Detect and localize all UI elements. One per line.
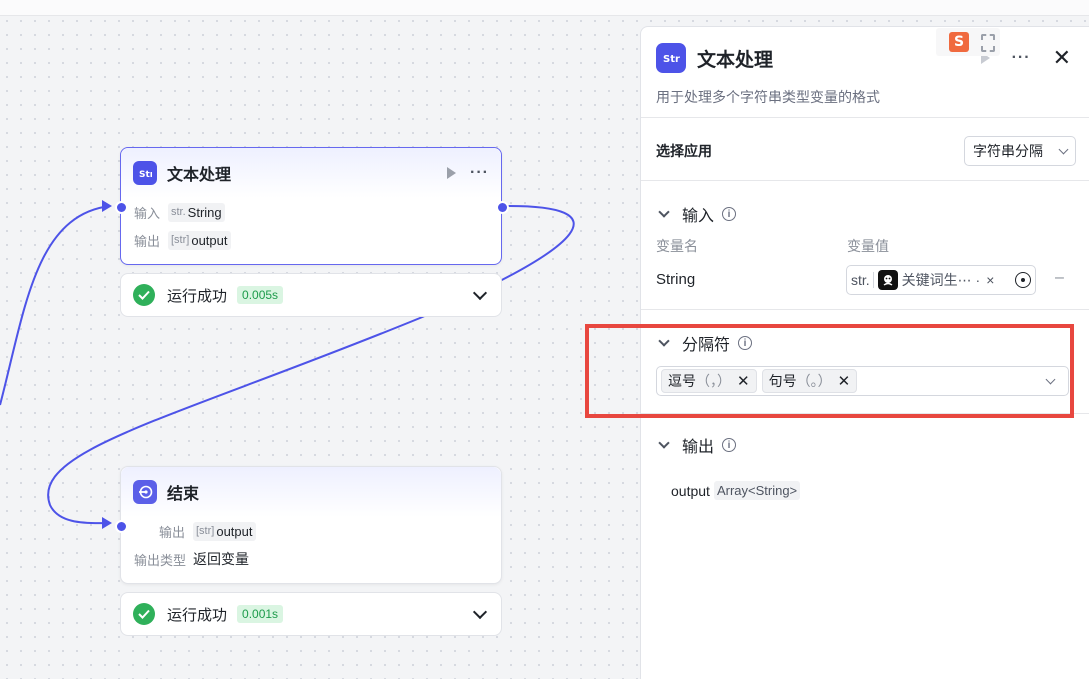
type-icon: str. [851, 272, 874, 288]
variable-settings-icon[interactable] [1015, 272, 1031, 288]
info-icon[interactable]: i [722, 438, 737, 452]
status-text: 运行成功 [167, 606, 228, 624]
app-select-value: 字符串分隔 [973, 143, 1043, 159]
info-icon[interactable]: i [722, 207, 737, 221]
var-name-column: 变量名 [656, 238, 698, 254]
clear-icon[interactable]: × [986, 272, 994, 288]
string-icon: Str [656, 43, 686, 73]
node-input-row: 输入 str. String [121, 198, 501, 226]
string-icon: Str [133, 161, 157, 185]
panel-header: Str 文本处理 [656, 43, 773, 73]
type-icon: str. [171, 206, 186, 218]
node-title: 文本处理 [167, 167, 232, 184]
chevron-down-icon[interactable] [472, 604, 488, 620]
bot-avatar-icon [877, 270, 898, 290]
chevron-down-icon [658, 437, 670, 449]
app-select[interactable]: 字符串分隔 [964, 136, 1076, 166]
output-var-row: output Array<String> [671, 481, 801, 500]
svg-text:Str: Str [139, 170, 152, 180]
input-var-value-field[interactable]: str. 关键词生⋯ · × [846, 265, 1036, 295]
panel-description: 用于处理多个字符串类型变量的格式 [656, 89, 880, 105]
svg-text:Str: Str [663, 54, 680, 65]
end-output-row: 输出 [str] output [121, 517, 501, 545]
node-header: 结束 [121, 467, 501, 517]
input-var-name: String [187, 204, 222, 220]
output-var-name: output [216, 523, 253, 539]
edge-start-to-text [0, 205, 111, 406]
app-label: 选择应用 [656, 143, 712, 159]
close-icon[interactable]: ✕ [1053, 47, 1071, 69]
run-time-badge: 0.005s [237, 286, 284, 304]
array-type-icon: [str] [171, 234, 190, 246]
exit-icon [133, 480, 157, 504]
output-var-tag: [str] output [193, 521, 256, 541]
edge-arrow-1 [102, 200, 112, 212]
output-heading: 输出 [682, 439, 715, 456]
fullscreen-icon[interactable] [981, 34, 995, 52]
chevron-down-icon [1058, 144, 1069, 155]
chevron-down-icon [658, 206, 670, 218]
output-type-value: 返回变量 [193, 551, 249, 567]
s-logo-icon: S [949, 32, 969, 52]
chevron-down-icon[interactable] [472, 285, 488, 301]
run-status-bar[interactable]: 运行成功 0.005s [120, 273, 502, 317]
array-type-icon: [str] [196, 525, 215, 537]
highlight-box [585, 324, 1074, 418]
output-type-label: 输出类型 [134, 552, 187, 568]
output-port[interactable] [496, 201, 509, 214]
output-var-tag: [str] output [168, 230, 231, 250]
input-section-header[interactable]: 输入 i [658, 202, 737, 226]
node-output-row: 输出 [str] output [121, 226, 501, 254]
panel-title: 文本处理 [697, 49, 774, 71]
input-heading: 输入 [682, 208, 715, 225]
input-var-ref: 关键词生⋯ · [901, 272, 981, 288]
more-icon[interactable]: ··· [1012, 49, 1031, 67]
input-var-name: String [656, 271, 696, 288]
input-port[interactable] [115, 201, 128, 214]
output-var-name: output [671, 482, 710, 499]
text-process-node[interactable]: Str 文本处理 ··· 输入 str.String 输出 [str]outpu… [120, 147, 502, 265]
screenshot-tool-badge: S [936, 28, 1000, 56]
divider [641, 117, 1089, 118]
divider [641, 180, 1089, 181]
output-label: 输出 [159, 524, 186, 540]
divider [641, 309, 1089, 310]
edge-arrow-2 [102, 517, 112, 529]
output-type-tag: Array<String> [713, 481, 801, 500]
node-header: Str 文本处理 ··· [121, 148, 501, 198]
status-text: 运行成功 [167, 287, 228, 305]
output-var-name: output [191, 232, 228, 248]
input-label: 输入 [134, 205, 161, 221]
check-circle-icon [133, 603, 155, 625]
end-output-type-row: 输出类型 返回变量 [121, 545, 501, 573]
run-status-bar[interactable]: 运行成功 0.001s [120, 592, 502, 636]
check-circle-icon [133, 284, 155, 306]
more-icon[interactable]: ··· [470, 164, 489, 182]
run-time-badge: 0.001s [237, 605, 284, 623]
input-var-tag: str. String [168, 202, 225, 222]
output-label: 输出 [134, 233, 161, 249]
node-title: 结束 [167, 486, 200, 503]
run-icon[interactable] [447, 167, 457, 179]
var-value-column: 变量值 [847, 238, 889, 254]
end-node[interactable]: 结束 输出 [str] output 输出类型 返回变量 [120, 466, 502, 584]
output-section-header[interactable]: 输出 i [658, 433, 737, 457]
input-port[interactable] [115, 520, 128, 533]
remove-var-button[interactable]: – [1055, 269, 1064, 287]
